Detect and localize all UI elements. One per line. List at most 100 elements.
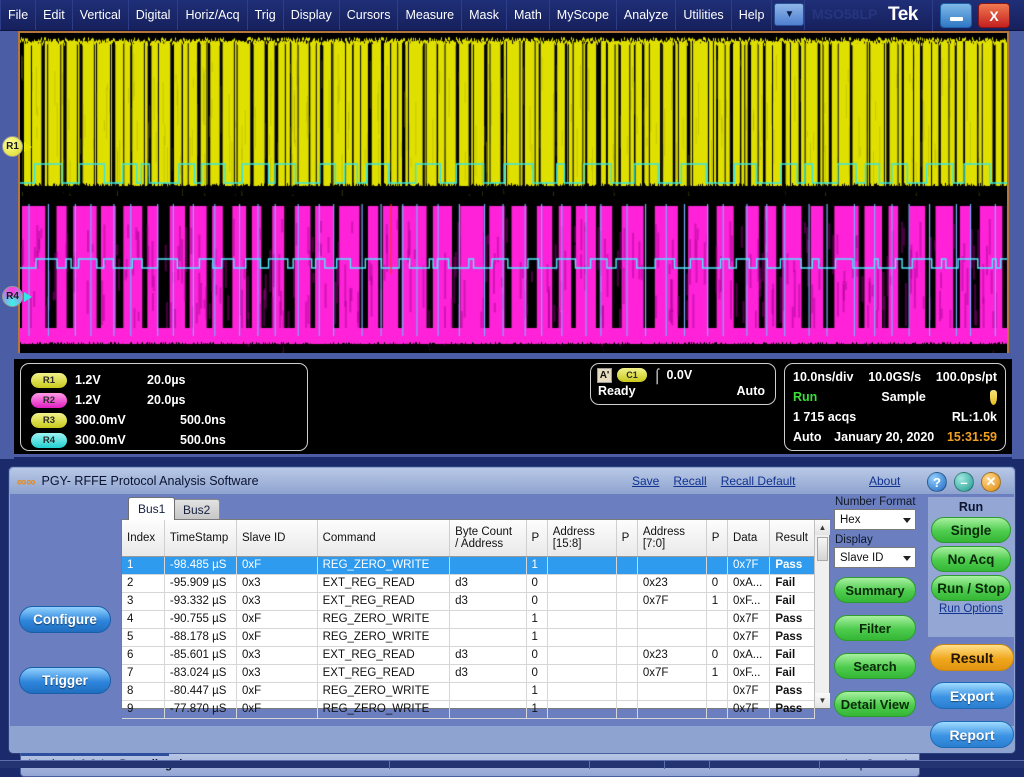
no-acq-button[interactable]: No Acq <box>931 546 1011 572</box>
column-header-1[interactable]: TimeStamp <box>164 520 236 556</box>
scroll-thumb[interactable] <box>817 537 828 561</box>
cell-command: REG_ZERO_WRITE <box>317 682 450 700</box>
channel-readout-box[interactable]: R1 1.2V 20.0µs R2 1.2V 20.0µs R3 300.0mV… <box>20 363 308 451</box>
run-options-link[interactable]: Run Options <box>928 603 1014 615</box>
configure-button[interactable]: Configure <box>19 606 111 633</box>
column-header-11[interactable]: Result <box>770 520 815 556</box>
cell-byte_count <box>450 628 526 646</box>
menu-item-display[interactable]: Display <box>284 0 340 30</box>
column-header-2[interactable]: Slave ID <box>237 520 318 556</box>
column-header-9[interactable]: P <box>706 520 727 556</box>
trigger-button[interactable]: Trigger <box>19 667 111 694</box>
grid-vertical-scrollbar[interactable]: ▲ ▼ <box>814 520 829 708</box>
cell-p3 <box>706 610 727 628</box>
menu-item-file[interactable]: File <box>0 0 36 30</box>
cell-p1: 0 <box>526 574 547 592</box>
column-header-6[interactable]: Address[15:8] <box>547 520 616 556</box>
app-minimize-button[interactable]: – <box>954 472 974 492</box>
trigger-mode-badge: A' <box>597 368 612 383</box>
cell-p2 <box>616 556 637 574</box>
column-header-0[interactable]: Index <box>122 520 164 556</box>
about-link[interactable]: About <box>869 474 900 488</box>
channel-badge-r4: R4 <box>31 433 67 448</box>
column-header-8[interactable]: Address[7:0] <box>637 520 706 556</box>
cell-p2 <box>616 646 637 664</box>
acquisition-readout-box[interactable]: 10.0ns/div 10.0GS/s 100.0ps/pt Run Sampl… <box>784 363 1006 451</box>
result-button[interactable]: Result <box>930 644 1014 671</box>
trigger-readout-box[interactable]: A' C1 ⌠ 0.0V Ready Auto <box>590 363 776 405</box>
single-button[interactable]: Single <box>931 517 1011 543</box>
table-row[interactable]: 3-93.332 µS0x3EXT_REG_READd300x7F10xF...… <box>122 592 815 610</box>
menu-item-horiz-acq[interactable]: Horiz/Acq <box>178 0 247 30</box>
table-row[interactable]: 8-80.447 µS0xFREG_ZERO_WRITE10x7FPass <box>122 682 815 700</box>
column-header-7[interactable]: P <box>616 520 637 556</box>
cell-command: EXT_REG_READ <box>317 574 450 592</box>
channel-horizontal-scale: 500.0ns <box>180 433 226 447</box>
scope-minimize-button[interactable] <box>940 3 972 28</box>
scope-close-button[interactable]: X <box>978 3 1010 28</box>
decode-results-grid[interactable]: IndexTimeStampSlave IDCommandByte Count/… <box>121 519 830 709</box>
table-row[interactable]: 6-85.601 µS0x3EXT_REG_READd300x2300xA...… <box>122 646 815 664</box>
tab-bus1[interactable]: Bus1 <box>128 497 175 520</box>
help-button[interactable]: ? <box>927 472 947 492</box>
column-header-10[interactable]: Data <box>727 520 769 556</box>
cell-p1: 1 <box>526 682 547 700</box>
recall-link[interactable]: Recall <box>673 474 706 488</box>
menu-item-edit[interactable]: Edit <box>36 0 73 30</box>
menu-item-vertical[interactable]: Vertical <box>73 0 129 30</box>
detail-view-button[interactable]: Detail View <box>834 691 916 717</box>
summary-button[interactable]: Summary <box>834 577 916 603</box>
table-row[interactable]: 9-77.870 µS0xFREG_ZERO_WRITE10x7FPass <box>122 700 815 718</box>
cell-p3 <box>706 628 727 646</box>
menu-item-digital[interactable]: Digital <box>129 0 179 30</box>
table-row[interactable]: 2-95.909 µS0x3EXT_REG_READd300x2300xA...… <box>122 574 815 592</box>
menu-item-myscope[interactable]: MyScope <box>550 0 617 30</box>
menu-item-utilities[interactable]: Utilities <box>676 0 731 30</box>
filter-button[interactable]: Filter <box>834 615 916 641</box>
tab-bus2[interactable]: Bus2 <box>173 499 220 520</box>
cell-result: Pass <box>770 628 815 646</box>
column-header-5[interactable]: P <box>526 520 547 556</box>
menu-chevron-down-icon[interactable]: ▼ <box>774 3 804 26</box>
export-button[interactable]: Export <box>930 682 1014 709</box>
channel-row[interactable]: R2 1.2V 20.0µs <box>31 390 307 410</box>
save-link[interactable]: Save <box>632 474 659 488</box>
app-close-button[interactable]: ✕ <box>981 472 1001 492</box>
cell-addr_hi <box>547 646 616 664</box>
graticule[interactable] <box>18 31 1009 353</box>
table-row[interactable]: 4-90.755 µS0xFREG_ZERO_WRITE10x7FPass <box>122 610 815 628</box>
menu-item-measure[interactable]: Measure <box>398 0 462 30</box>
table-row[interactable]: 7-83.024 µS0x3EXT_REG_READd300x7F10xF...… <box>122 664 815 682</box>
table-row[interactable]: 5-88.178 µS0xFREG_ZERO_WRITE10x7FPass <box>122 628 815 646</box>
menu-item-mask[interactable]: Mask <box>462 0 507 30</box>
column-header-4[interactable]: Byte Count/ Address <box>450 520 526 556</box>
cell-slave_id: 0xF <box>237 556 318 574</box>
recall-default-link[interactable]: Recall Default <box>721 474 796 488</box>
acq-count-row: 1 715 acqs RL:1.0k <box>793 407 997 427</box>
menu-item-trig[interactable]: Trig <box>248 0 284 30</box>
cell-addr_lo: 0x7F <box>637 664 706 682</box>
channel-marker-r4[interactable]: R4 <box>2 286 32 307</box>
report-button[interactable]: Report <box>930 721 1014 748</box>
menu-item-cursors[interactable]: Cursors <box>340 0 399 30</box>
cell-p2 <box>616 592 637 610</box>
channel-marker-r1[interactable]: R1 <box>2 136 32 157</box>
scroll-down-arrow-icon[interactable]: ▼ <box>815 693 830 708</box>
menu-item-math[interactable]: Math <box>507 0 550 30</box>
cell-slave_id: 0xF <box>237 682 318 700</box>
os-taskbar[interactable] <box>0 760 1024 768</box>
channel-row[interactable]: R1 1.2V 20.0µs <box>31 370 307 390</box>
scroll-up-arrow-icon[interactable]: ▲ <box>815 520 830 535</box>
table-row[interactable]: 1-98.485 µS0xFREG_ZERO_WRITE10x7FPass <box>122 556 815 574</box>
column-header-3[interactable]: Command <box>317 520 450 556</box>
menu-item-help[interactable]: Help <box>732 0 773 30</box>
display-select[interactable]: Slave ID <box>834 547 916 568</box>
cell-index: 1 <box>122 556 164 574</box>
channel-row[interactable]: R4 300.0mV 500.0ns <box>31 430 307 450</box>
run-stop-button[interactable]: Run / Stop <box>931 575 1011 601</box>
cell-timestamp: -83.024 µS <box>164 664 236 682</box>
number-format-select[interactable]: Hex <box>834 509 916 530</box>
menu-item-analyze[interactable]: Analyze <box>617 0 676 30</box>
channel-row[interactable]: R3 300.0mV 500.0ns <box>31 410 307 430</box>
search-button[interactable]: Search <box>834 653 916 679</box>
